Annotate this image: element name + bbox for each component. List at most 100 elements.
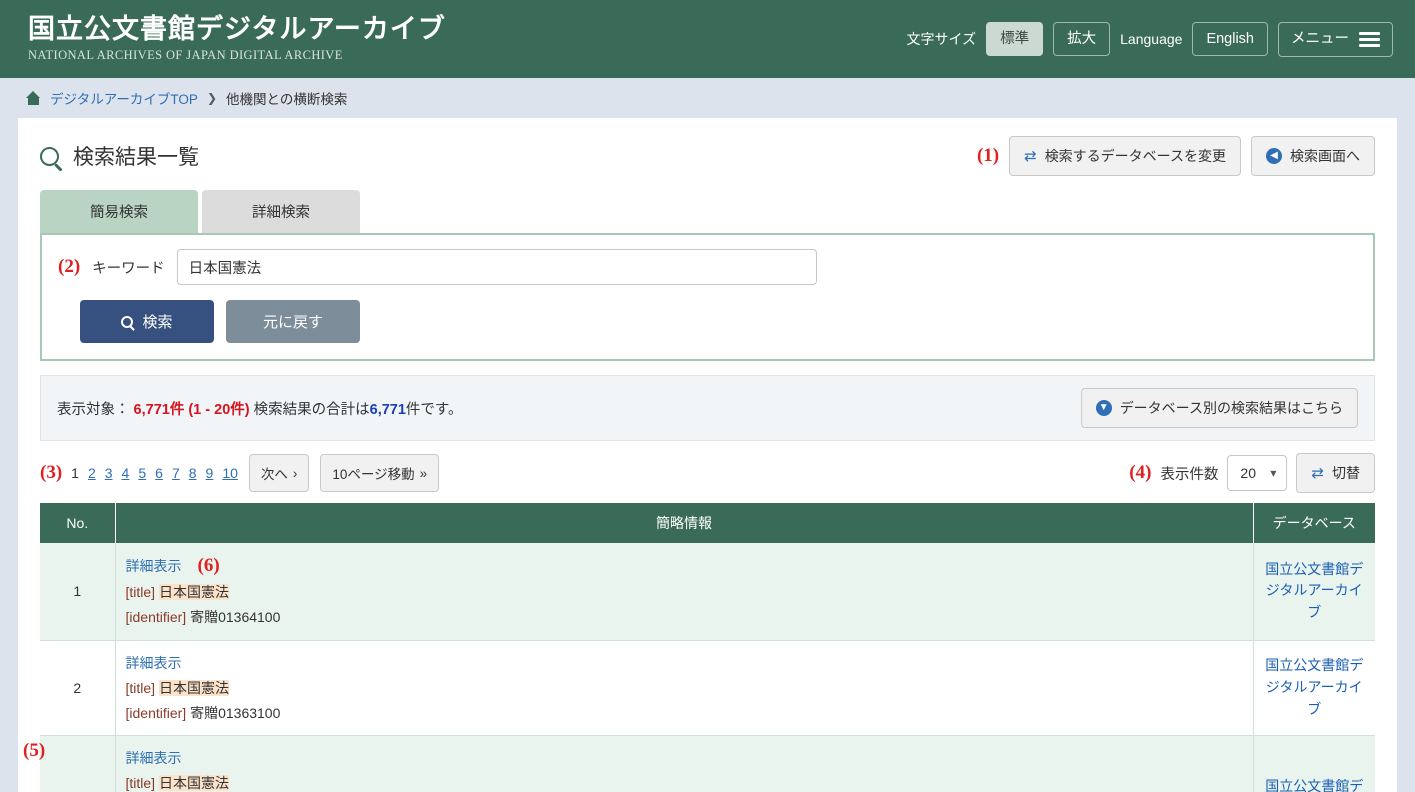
logo-english: NATIONAL ARCHIVES OF JAPAN DIGITAL ARCHI…	[28, 47, 343, 62]
page-link[interactable]: 6	[155, 465, 163, 481]
meta-key: [title]	[125, 679, 156, 696]
tab-advanced-search[interactable]: 詳細検索	[202, 190, 360, 233]
meta-key: [identifier]	[125, 609, 187, 626]
pagination-row: (3) 1 2 3 4 5 6 7 8 9 10 次へ › 10ページ移動 » …	[40, 453, 1375, 503]
table-row: 2 詳細表示 [title] 日本国憲法 [identifier] 寄贈0136…	[40, 640, 1375, 737]
detail-link[interactable]: 詳細表示	[126, 556, 182, 576]
row-number: 2	[40, 640, 116, 737]
row-database: 国立公文書館デジタルアーカイブ	[1253, 640, 1375, 737]
font-size-large-button[interactable]: 拡大	[1053, 21, 1111, 57]
meta-value: 寄贈01363100	[190, 704, 281, 721]
pagination-right: (4) 表示件数 20 ⇄ 切替	[1129, 453, 1375, 493]
count-middle: 検索結果の合計は	[253, 401, 370, 418]
search-button[interactable]: 検索	[80, 300, 214, 343]
swap-icon: ⇄	[1311, 464, 1324, 482]
count-prefix: 表示対象：	[57, 401, 130, 418]
font-size-label: 文字サイズ	[906, 31, 977, 47]
meta-line: [identifier] 寄贈01364100	[126, 607, 1243, 627]
tab-simple-search[interactable]: 簡易検索	[40, 190, 198, 233]
annotation-4: (4)	[1129, 462, 1152, 483]
header-tools: 文字サイズ 標準 拡大 Language English メニュー	[906, 21, 1393, 57]
count-range: 6,771件 (1 - 20件)	[133, 401, 250, 418]
row-summary: 詳細表示 [title] 日本国憲法 [identifier] 雑0397610…	[115, 735, 1254, 792]
switch-label: 切替	[1332, 465, 1360, 481]
back-circle-icon: ◀	[1266, 148, 1282, 164]
page-link[interactable]: 4	[122, 465, 130, 481]
database-link[interactable]: 国立公文書館デジタルアーカイブ	[1265, 561, 1363, 620]
breadcrumb-top-link[interactable]: デジタルアーカイブTOP	[50, 88, 198, 108]
back-to-search-button[interactable]: ◀ 検索画面へ	[1251, 136, 1375, 176]
form-buttons: 検索 元に戻す	[80, 300, 1357, 343]
table-row: 3 詳細表示 [title] 日本国憲法 [identifier] 雑03976…	[40, 735, 1375, 792]
jump-label: 10ページ移動	[332, 467, 415, 482]
per-page-select[interactable]: 20	[1227, 455, 1288, 491]
table-row: 1 詳細表示 (6) [title] 日本国憲法 [identifier] 寄贈	[40, 543, 1375, 641]
next-page-button[interactable]: 次へ ›	[248, 454, 310, 492]
page-link[interactable]: 8	[189, 465, 197, 481]
row-number: 1	[40, 543, 116, 641]
reset-button[interactable]: 元に戻す	[226, 300, 360, 343]
change-database-button[interactable]: ⇄ 検索するデータベースを変更	[1009, 136, 1241, 176]
title-actions: (1) ⇄ 検索するデータベースを変更 ◀ 検索画面へ	[977, 136, 1375, 176]
database-link[interactable]: 国立公文書館デジタルアーカイブ	[1265, 778, 1363, 792]
page-link[interactable]: 2	[88, 465, 96, 481]
detail-head: 詳細表示	[126, 748, 1243, 768]
font-size-standard-button[interactable]: 標準	[986, 21, 1044, 57]
database-results-button[interactable]: ▼ データベース別の検索結果はこちら	[1080, 388, 1358, 428]
content-panel: (5) 検索結果一覧 (1) ⇄ 検索するデータベースを変更 ◀ 検索画面へ 簡…	[18, 118, 1397, 792]
keyword-input[interactable]	[176, 249, 817, 285]
database-link[interactable]: 国立公文書館デジタルアーカイブ	[1265, 657, 1363, 716]
breadcrumb-current: 他機関との横断検索	[226, 92, 348, 107]
swap-icon: ⇄	[1024, 147, 1037, 165]
count-suffix: 件です。	[405, 401, 463, 418]
down-circle-icon: ▼	[1095, 400, 1112, 416]
annotation-2: (2)	[58, 256, 81, 277]
breadcrumb-separator: ❯	[206, 91, 217, 105]
page-numbers: 1 2 3 4 5 6 7 8 9 10	[71, 465, 238, 481]
page-wrap: (5) 検索結果一覧 (1) ⇄ 検索するデータベースを変更 ◀ 検索画面へ 簡…	[0, 118, 1415, 792]
page-title-text: 検索結果一覧	[73, 146, 199, 169]
language-label: Language	[1120, 31, 1183, 47]
per-page-select-wrap: 20	[1227, 455, 1288, 491]
search-button-label: 検索	[142, 314, 173, 331]
switch-button[interactable]: ⇄ 切替	[1296, 453, 1375, 493]
keyword-label: キーワード	[92, 260, 165, 277]
page-link[interactable]: 5	[138, 465, 146, 481]
site-logo[interactable]: 国立公文書館デジタルアーカイブ NATIONAL ARCHIVES OF JAP…	[28, 14, 446, 63]
search-icon	[121, 315, 134, 328]
search-tabs: 簡易検索 詳細検索	[40, 190, 1375, 233]
row-number: 3	[40, 735, 116, 792]
annotation-1: (1)	[976, 145, 1000, 166]
page-link[interactable]: 3	[105, 465, 113, 481]
meta-line: [title] 日本国憲法	[126, 678, 1243, 698]
meta-value: 日本国憲法	[158, 775, 229, 792]
meta-value: 日本国憲法	[158, 679, 229, 696]
jump-ten-pages-button[interactable]: 10ページ移動 »	[320, 454, 440, 492]
per-page-label: 表示件数	[1160, 466, 1219, 483]
results-table-head: No. 簡略情報 データベース	[40, 503, 1375, 543]
search-icon	[40, 146, 59, 166]
detail-link[interactable]: 詳細表示	[126, 748, 182, 768]
next-page-label: 次へ	[260, 467, 288, 482]
page-link[interactable]: 9	[206, 465, 214, 481]
site-header: 国立公文書館デジタルアーカイブ NATIONAL ARCHIVES OF JAP…	[0, 0, 1415, 78]
menu-button[interactable]: メニュー	[1278, 21, 1393, 57]
meta-line: [identifier] 寄贈01363100	[126, 703, 1243, 723]
page-link[interactable]: 10	[222, 465, 238, 481]
detail-link[interactable]: 詳細表示	[126, 653, 182, 673]
page-title: 検索結果一覧	[40, 141, 199, 171]
search-form: (2) キーワード 検索 元に戻す	[40, 233, 1375, 361]
meta-value: 日本国憲法	[158, 584, 229, 600]
meta-key: [title]	[125, 584, 156, 600]
results-table-body: 1 詳細表示 (6) [title] 日本国憲法 [identifier] 寄贈	[40, 543, 1375, 792]
page-link[interactable]: 7	[172, 465, 180, 481]
row-summary: 詳細表示 (6) [title] 日本国憲法 [identifier] 寄贈01…	[115, 543, 1254, 641]
pagination-left: (3) 1 2 3 4 5 6 7 8 9 10 次へ › 10ページ移動 »	[40, 454, 440, 492]
annotation-3: (3)	[40, 462, 63, 483]
column-header-no: No.	[40, 503, 116, 543]
home-icon	[26, 91, 41, 105]
row-database: 国立公文書館デジタルアーカイブ	[1253, 735, 1375, 792]
language-english-button[interactable]: English	[1192, 21, 1268, 57]
menu-label: メニュー	[1291, 30, 1349, 47]
database-results-label: データベース別の検索結果はこちら	[1119, 400, 1343, 416]
